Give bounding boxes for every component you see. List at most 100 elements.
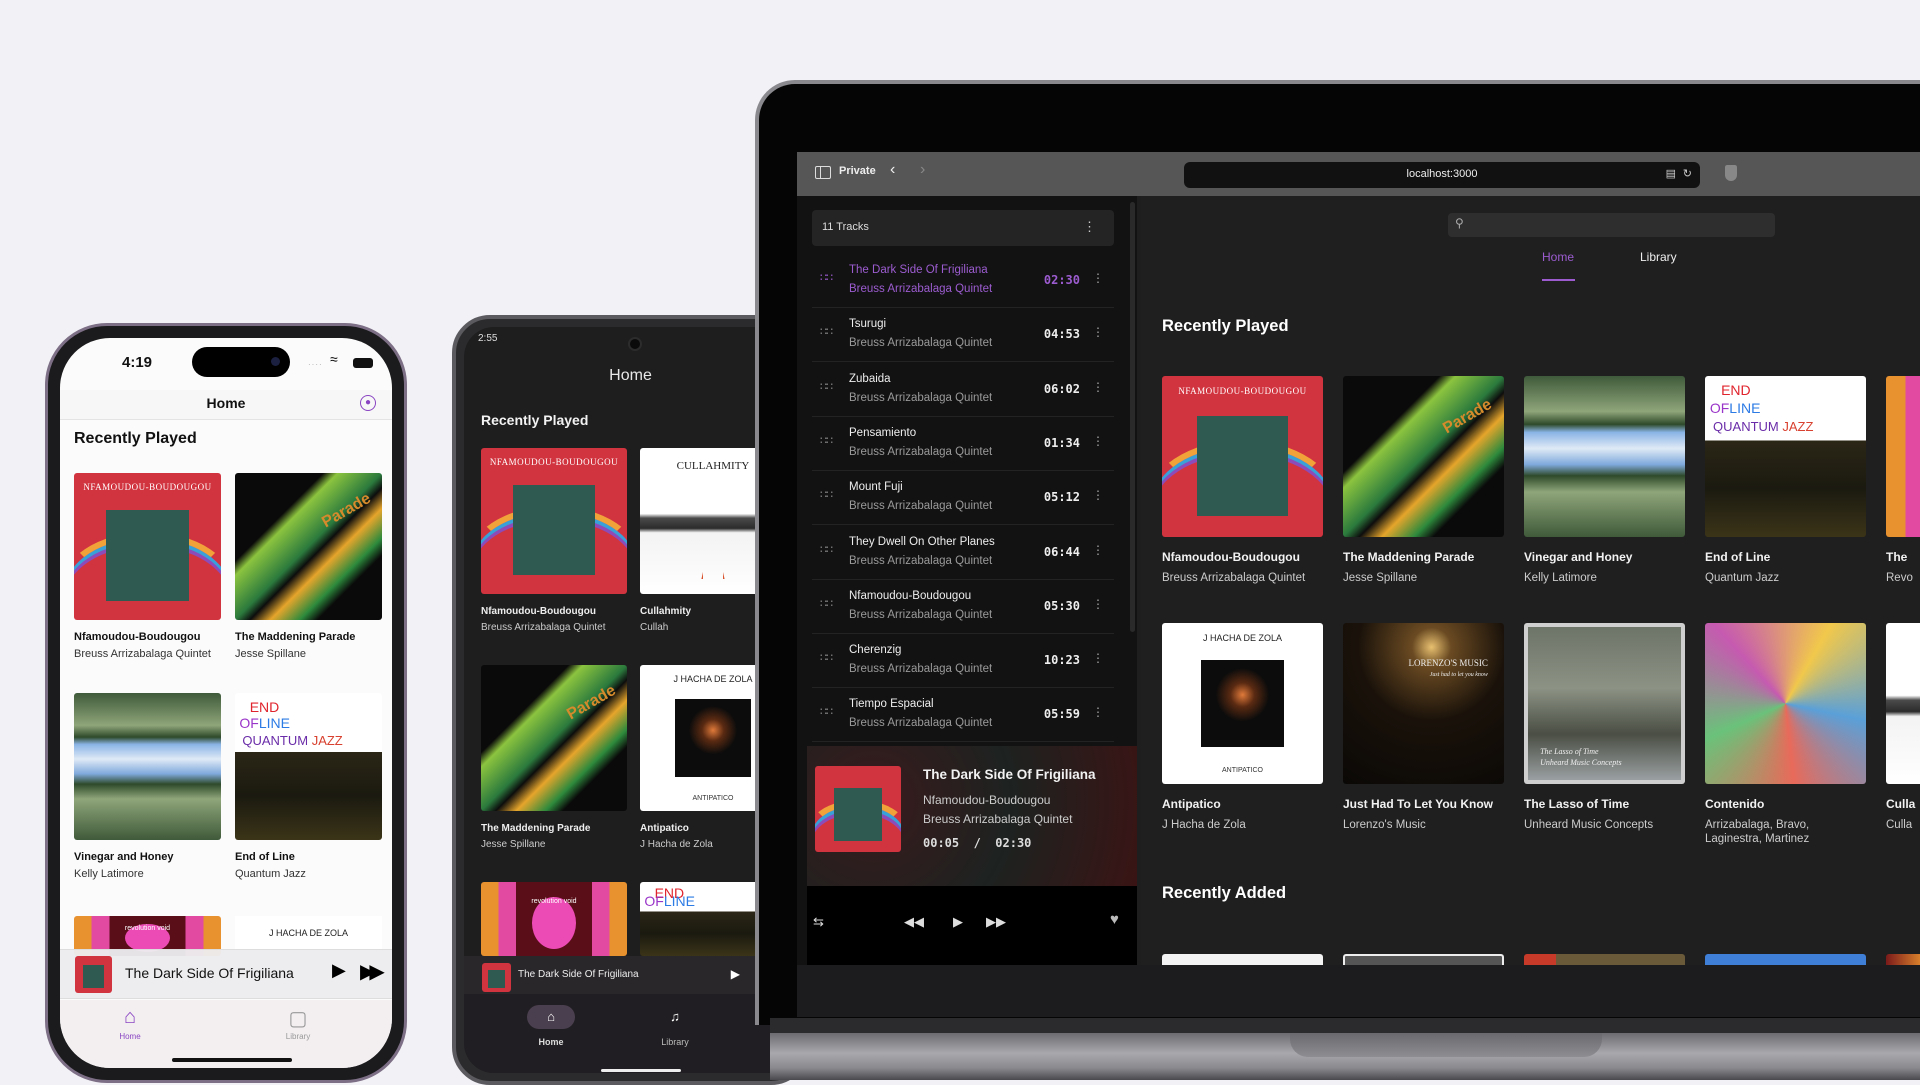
track-duration: 10:23 [1043,653,1080,668]
album-cover[interactable] [1343,954,1504,965]
more-icon[interactable]: ⋮ [1092,434,1104,448]
mini-player[interactable]: The Dark Side Of Frigiliana ▶ ▶▶ [60,949,392,999]
drag-handle-icon[interactable]: ∷∷ [820,271,833,284]
tab-home[interactable]: Home [1542,250,1574,264]
album-artist: Breuss Arrizabalaga Quintet [74,648,211,660]
drag-handle-icon[interactable]: ∷∷ [820,380,833,393]
queue-track-row[interactable]: ∷∷ They Dwell On Other Planes Breuss Arriz… [812,526,1114,580]
back-icon[interactable]: ‹ [890,161,895,179]
album-card[interactable]: The Lasso of Time Unheard Music Concepts … [1524,623,1685,832]
track-title: Nfamoudou-Boudougou [849,589,972,602]
album-title: Vinegar and Honey [1524,550,1633,564]
tab-library[interactable]: ▢ Library [268,1006,328,1041]
album-card[interactable]: Parade The Maddening Parade Jesse Spilla… [1343,376,1504,585]
mini-player[interactable]: The Dark Side Of Frigiliana ▶ ▶| [464,956,797,994]
album-card[interactable]: NFAMOUDOU-BOUDOUGOU Nfamoudou-Boudougou … [481,448,627,633]
drag-handle-icon[interactable]: ∷∷ [820,543,833,556]
reload-icon[interactable]: ↻ [1683,167,1692,180]
drag-handle-icon[interactable]: ∷∷ [820,325,833,338]
album-cover[interactable] [1705,954,1866,965]
more-icon[interactable]: ⋮ [1092,705,1104,719]
album-card[interactable]: Contenido Arrizabalaga, Bravo, Laginestr… [1705,623,1866,846]
fast-forward-icon[interactable]: ▶▶ [360,959,385,984]
fast-forward-icon[interactable]: ▶▶ [986,914,1006,930]
play-icon[interactable]: ▶ [953,914,963,930]
queue-track-row[interactable]: ∷∷ Tsurugi Breuss Arrizabalaga Quintet 04:5… [812,308,1114,363]
dynamic-island [192,347,290,377]
heart-icon[interactable]: ♥ [1110,911,1119,928]
more-icon[interactable]: ⋮ [1092,271,1104,285]
tab-home[interactable]: ⌂ Home [506,1005,596,1047]
rewind-icon[interactable]: ◀◀ [904,914,924,930]
album-card[interactable]: END OFLINE QUANTUM JAZZ End of Line Quantu… [1705,376,1866,585]
drag-handle-icon[interactable]: ∷∷ [820,488,833,501]
album-cover[interactable] [1886,954,1920,965]
album-cover[interactable] [1524,954,1685,965]
queue-track-row[interactable]: ∷∷ Zubaida Breuss Arrizabalaga Quintet 06:0… [812,363,1114,417]
repeat-icon[interactable]: ⇆ [813,914,824,930]
player-controls: ⇆ ◀◀ ▶ ▶▶ ♥ [807,886,1137,965]
album-card[interactable]: The Revo [1886,376,1920,585]
more-icon[interactable]: ⋮ [1092,597,1104,611]
more-icon[interactable]: ⋮ [1092,380,1104,394]
track-duration: 05:59 [1043,707,1080,722]
track-duration: 06:02 [1043,381,1080,396]
queue-track-row[interactable]: ∷∷ Cherenzig Breuss Arrizabalaga Quintet 10… [812,634,1114,689]
now-playing-panel: The Dark Side Of Frigiliana Nfamoudou-Bo… [807,746,1137,886]
more-icon[interactable]: ⋮ [1092,651,1104,665]
scrollbar[interactable] [1130,202,1135,632]
mini-player-art [75,956,112,993]
album-card[interactable]: Parade The Maddening Parade Jesse Spilla… [235,473,382,660]
track-count: 11 Tracks [822,221,869,233]
album-card[interactable]: LORENZO'S MUSIC Just had to let you know … [1343,623,1504,832]
tab-home[interactable]: ⌂ Home [100,1006,160,1041]
album-card[interactable]: Vinegar and Honey Kelly Latimore [1524,376,1685,585]
album-cover [1886,623,1920,784]
album-card[interactable]: Parade The Maddening Parade Jesse Spilla… [481,665,627,850]
album-artist: Culla [1886,819,1913,831]
album-cover: NFAMOUDOU-BOUDOUGOU [1162,376,1323,537]
play-icon[interactable]: ▶ [731,967,740,981]
queue-track-row[interactable]: ∷∷ Tiempo Espacial Breuss Arrizabalaga Qui… [812,688,1114,743]
album-artist: Kelly Latimore [74,868,144,880]
album-card[interactable]: END OFLINE QUANTUM JAZZ End of Line Quantu… [235,693,382,880]
address-bar[interactable]: localhost:3000 ▤ ↻ [1184,162,1700,188]
album-cover[interactable]: revolution void [481,882,627,956]
search-input[interactable]: ⚲ [1448,213,1775,237]
drag-handle-icon[interactable]: ∷∷ [820,651,833,664]
more-icon[interactable]: ⋮ [1092,325,1104,339]
more-icon[interactable]: ⋮ [1092,488,1104,502]
album-title: Antipatico [1162,797,1221,811]
album-artist: Quantum Jazz [1705,572,1780,584]
url-text: localhost:3000 [1406,168,1478,180]
queue-track-row[interactable]: ∷∷ Pensamiento Breuss Arrizabalaga Quintet… [812,417,1114,471]
forward-icon[interactable]: › [920,161,925,179]
drag-handle-icon[interactable]: ∷∷ [820,434,833,447]
tab-library[interactable]: ♫ Library [630,1005,720,1047]
mini-player-title: The Dark Side Of Frigiliana [518,969,639,980]
album-artist: Revo [1886,572,1913,584]
play-icon[interactable]: ▶ [332,960,346,981]
queue-track-row[interactable]: ∷∷ Nfamoudou-Boudougou Breuss Arrizabalaga… [812,580,1114,634]
album-card[interactable]: NFAMOUDOU-BOUDOUGOU Nfamoudou-Boudougou … [1162,376,1323,585]
album-cover[interactable] [1162,954,1323,965]
mini-player-title: The Dark Side Of Frigiliana [125,965,294,981]
more-icon[interactable]: ⋮ [1092,543,1104,557]
queue-track-row[interactable]: ∷∷ The Dark Side Of Frigiliana Breuss Arri… [812,254,1114,308]
profile-icon[interactable]: ● [360,395,376,411]
track-artist: Breuss Arrizabalaga Quintet [849,283,993,295]
album-card[interactable]: Vinegar and Honey Kelly Latimore [74,693,221,880]
track-artist: Breuss Arrizabalaga Quintet [849,717,993,730]
queue-track-row[interactable]: ∷∷ Mount Fuji Breuss Arrizabalaga Quintet 0… [812,471,1114,526]
drag-handle-icon[interactable]: ∷∷ [820,597,833,610]
tab-library[interactable]: Library [1640,250,1677,264]
shield-icon[interactable] [1725,165,1737,181]
drag-handle-icon[interactable]: ∷∷ [820,705,833,718]
album-card[interactable]: Culla Culla [1886,623,1920,832]
album-title: Nfamoudou-Boudougou [74,631,201,643]
more-icon[interactable]: ⋮ [1083,219,1096,235]
translate-icon[interactable]: ▤ [1666,167,1676,180]
album-card[interactable]: J HACHA DE ZOLA ANTIPATICO Antipatico J H… [1162,623,1323,832]
album-card[interactable]: NFAMOUDOU-BOUDOUGOU Nfamoudou-Boudougou … [74,473,221,660]
sidebar-toggle-icon[interactable] [815,166,831,179]
